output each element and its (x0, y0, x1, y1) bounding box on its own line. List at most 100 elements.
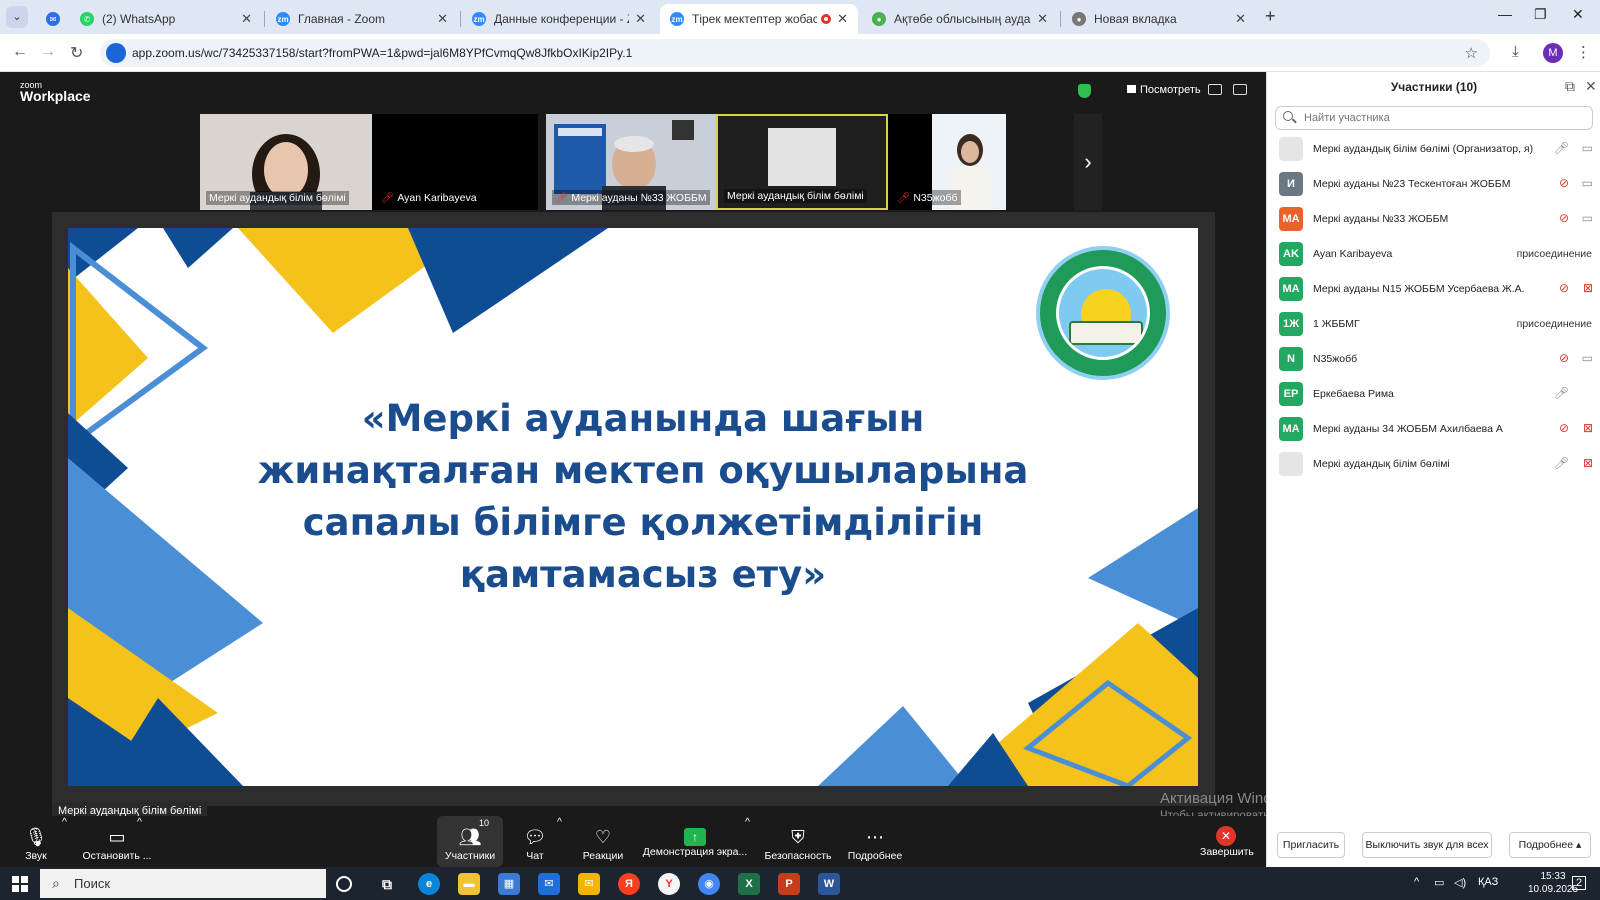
mute-all-button[interactable]: Выключить звук для всех (1362, 832, 1492, 858)
windows-start-icon[interactable] (12, 876, 28, 892)
reactions-button[interactable]: ♡ Реакции (578, 816, 628, 867)
participant-row[interactable]: И Меркі ауданы №23 Тескентоған ЖОББМ ⊘ ▭ (1267, 167, 1600, 202)
video-thumbnail-selected[interactable]: Меркі аудандық білім бөлімі (716, 114, 888, 210)
reload-icon[interactable]: ↻ (70, 43, 83, 63)
mic-muted-icon[interactable]: ⊘ (1559, 176, 1569, 190)
download-icon[interactable]: ⤓ (1512, 43, 1519, 60)
pop-out-icon[interactable]: ⧉ (1565, 78, 1575, 95)
end-meeting-button[interactable]: ✕ Завершить (1200, 816, 1254, 867)
close-window-icon[interactable]: ✕ (1572, 6, 1584, 23)
site-info-icon[interactable] (106, 43, 126, 63)
close-icon[interactable]: ✕ (1235, 11, 1246, 27)
video-thumbnail[interactable]: 🎤︎ Меркі ауданы №33 ЖОББМ (546, 114, 718, 210)
store-icon[interactable]: ▦ (498, 873, 520, 895)
video-off-icon[interactable]: ⊠ (1583, 456, 1593, 470)
mic-muted-icon[interactable]: ⊘ (1559, 351, 1569, 365)
volume-icon[interactable]: ◁) (1454, 876, 1466, 889)
tab-new-tab[interactable]: ● Новая вкладка ✕ (1062, 4, 1256, 34)
yandex-browser-icon[interactable]: Я (618, 873, 640, 895)
participants-more-button[interactable]: Подробнее ▴ (1509, 832, 1591, 858)
video-thumbnail[interactable]: 🎤︎ N35жобб (888, 114, 1006, 210)
video-off-icon[interactable]: ⊠ (1583, 281, 1593, 295)
audio-options-caret-icon[interactable]: ^ (62, 816, 67, 828)
video-camera-icon[interactable]: ▭ (1582, 176, 1593, 190)
next-thumbnails-chevron-icon[interactable]: › (1074, 114, 1102, 210)
encryption-shield-icon[interactable] (1078, 84, 1091, 98)
close-icon[interactable]: ✕ (1585, 78, 1597, 95)
chat-button[interactable]: 💬︎ Чат (515, 816, 555, 867)
audio-button[interactable]: 🎙︎ Звук (16, 816, 56, 867)
close-icon[interactable]: ✕ (635, 11, 646, 27)
video-camera-icon[interactable]: ▭ (1582, 211, 1593, 225)
word-icon[interactable]: W (818, 873, 840, 895)
bookmark-star-icon[interactable]: ☆ (1465, 44, 1478, 62)
powerpoint-icon[interactable]: P (778, 873, 800, 895)
mail-icon[interactable]: ✉ (538, 873, 560, 895)
video-camera-icon[interactable]: ▭ (1582, 141, 1593, 155)
restore-icon[interactable]: ❐ (1534, 6, 1547, 23)
participant-row[interactable]: МА Меркі ауданы 34 ЖОББМ Ахилбаева А ⊘ ⊠ (1267, 412, 1600, 447)
profile-avatar[interactable]: M (1543, 43, 1563, 63)
close-icon[interactable]: ✕ (837, 11, 848, 27)
cortana-icon[interactable] (336, 876, 352, 892)
share-options-caret-icon[interactable]: ^ (745, 816, 750, 828)
excel-icon[interactable]: X (738, 873, 760, 895)
task-view-icon[interactable]: ⧉ (376, 873, 398, 895)
participant-search[interactable] (1275, 106, 1593, 130)
microphone-icon[interactable]: 🎤︎ (1554, 456, 1569, 470)
close-icon[interactable]: ✕ (241, 11, 252, 27)
network-icon[interactable]: ▭ (1434, 876, 1444, 889)
participant-row[interactable]: Меркі аудандық білім бөлімі (Организатор… (1267, 132, 1600, 167)
invite-button[interactable]: Пригласить (1277, 832, 1345, 858)
file-explorer-icon[interactable]: ▬ (458, 873, 480, 895)
participant-search-input[interactable] (1304, 110, 1584, 126)
share-screen-button[interactable]: ↑ Демонстрация экра... (640, 816, 750, 867)
tab-aktobe[interactable]: ● Ақтөбе облысының аудандары ✕ (862, 4, 1058, 34)
tab-search-dropdown-icon[interactable]: ⌄ (6, 6, 28, 28)
close-icon[interactable]: ✕ (1037, 11, 1048, 27)
more-button[interactable]: ⋯ Подробнее (845, 816, 905, 867)
video-options-caret-icon[interactable]: ^ (137, 816, 142, 828)
participant-row[interactable]: AK Ayan Karibayeva присоединение (1267, 237, 1600, 272)
video-thumbnail[interactable]: Меркі аудандық білім бөлімі (200, 114, 372, 210)
participants-button[interactable]: 👥︎ 10 Участники (437, 816, 503, 867)
microphone-icon[interactable]: 🎤︎ (1554, 386, 1569, 400)
video-camera-icon[interactable]: ▭ (1582, 351, 1593, 365)
language-indicator[interactable]: ҚАЗ (1478, 876, 1498, 888)
view-button[interactable]: Посмотреть (1127, 84, 1201, 96)
participant-row[interactable]: МА Меркі ауданы №33 ЖОББМ ⊘ ▭ (1267, 202, 1600, 237)
chrome-icon[interactable]: ◉ (698, 873, 720, 895)
participant-row[interactable]: ЕР Еркебаева Рима 🎤︎ (1267, 377, 1600, 412)
microphone-icon[interactable]: 🎤︎ (1554, 141, 1569, 155)
taskbar-clock[interactable]: 15:33 10.09.2025 (1528, 870, 1578, 896)
mic-muted-icon[interactable]: ⊘ (1559, 421, 1569, 435)
participant-row[interactable]: МА Меркі ауданы N15 ЖОББМ Усербаева Ж.А. ⊘… (1267, 272, 1600, 307)
fullscreen-icon[interactable] (1233, 84, 1247, 95)
edge-icon[interactable]: e (418, 873, 440, 895)
video-thumbnail[interactable]: 🎤︎ Ayan Karibayeva (372, 114, 538, 210)
back-arrow-icon[interactable]: ← (12, 43, 28, 61)
tab-outlook[interactable]: ✉ (36, 4, 70, 34)
participant-row[interactable]: N N35жобб ⊘ ▭ (1267, 342, 1600, 377)
chat-options-caret-icon[interactable]: ^ (557, 816, 562, 828)
security-button[interactable]: ⛨ Безопасность (763, 816, 833, 867)
mic-muted-icon[interactable]: ⊘ (1559, 211, 1569, 225)
yandex-mail-icon[interactable]: ✉ (578, 873, 600, 895)
taskbar-search[interactable]: ⌕ Поиск (40, 869, 326, 898)
menu-dots-icon[interactable]: ⋮ (1576, 43, 1591, 61)
mic-muted-icon[interactable]: ⊘ (1559, 281, 1569, 295)
participant-row[interactable]: 1Ж 1 ЖББМГ присоединение (1267, 307, 1600, 342)
close-icon[interactable]: ✕ (437, 11, 448, 27)
gallery-icon[interactable] (1208, 84, 1222, 95)
tab-whatsapp[interactable]: ✆ (2) WhatsApp ✕ (70, 4, 262, 34)
notifications-icon[interactable]: 2 (1572, 876, 1587, 890)
address-bar[interactable]: app.zoom.us/wc/73425337158/start?fromPWA… (100, 39, 1490, 67)
new-tab-button[interactable]: + (1265, 6, 1276, 27)
tab-zoom-home[interactable]: zm Главная - Zoom ✕ (266, 4, 458, 34)
minimize-icon[interactable]: — (1498, 6, 1512, 22)
tab-zoom-conference-data[interactable]: zm Данные конференции - Zoom ✕ (462, 4, 656, 34)
tray-chevron-icon[interactable]: ^ (1414, 876, 1419, 888)
yandex-icon[interactable]: Y (658, 873, 680, 895)
tab-zoom-meeting-active[interactable]: zm Тірек мектептер жобасы 6 ✕ (660, 4, 858, 34)
video-off-icon[interactable]: ⊠ (1583, 421, 1593, 435)
